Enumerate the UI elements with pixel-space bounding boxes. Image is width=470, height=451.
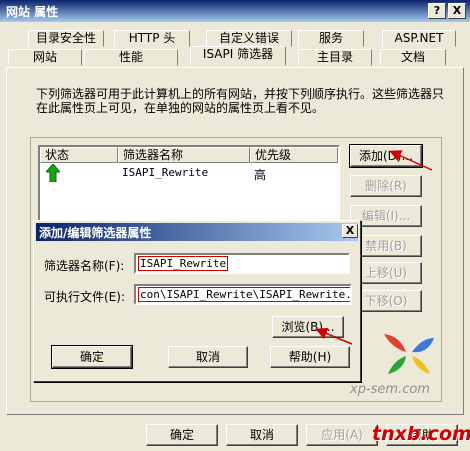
column-header-status[interactable]: 状态 (40, 147, 118, 163)
priority-cell: 高 (254, 168, 267, 182)
close-icon[interactable]: X (448, 3, 466, 19)
dialog-title-bar[interactable]: 添加/编辑筛选器属性 (36, 223, 358, 241)
executable-label: 可执行文件(E): (44, 290, 125, 304)
xp-logo-icon (384, 334, 434, 374)
column-header-filter-name[interactable]: 筛选器名称 (118, 147, 250, 163)
edit-filter-dialog[interactable]: 添加/编辑筛选器属性 X 筛选器名称(F): ISAPI_Rewrite 可执行… (33, 220, 361, 382)
tab-http-headers[interactable]: HTTP 头 (114, 30, 190, 47)
tab-documents[interactable]: 文档 (380, 49, 446, 66)
tab-website[interactable]: 网站 (8, 49, 82, 66)
window-title-bar[interactable]: 网站 属性 ? X (0, 0, 470, 22)
executable-input[interactable]: con\ISAPI_Rewrite\ISAPI_Rewrite.dll (134, 284, 352, 305)
tab-home-directory[interactable]: 主目录 (298, 49, 372, 66)
description-text: 下列筛选器可用于此计算机上的所有网站，并按下列顺序执行。这些筛选器只在此属性页上… (36, 87, 445, 115)
filter-name-value: ISAPI_Rewrite (138, 256, 229, 271)
filter-name-label: 筛选器名称(F): (44, 259, 125, 273)
dialog-title: 添加/编辑筛选器属性 (39, 226, 152, 240)
filter-name-input[interactable]: ISAPI_Rewrite (134, 253, 350, 274)
column-header-priority[interactable]: 优先级 (250, 147, 338, 163)
browse-button[interactable]: 浏览(B)... (272, 316, 344, 338)
tab-custom-errors[interactable]: 自定义错误 (206, 30, 292, 47)
ok-button[interactable]: 确定 (146, 424, 218, 446)
tab-performance[interactable]: 性能 (84, 49, 178, 66)
brand-watermark: tnxb.com (372, 423, 470, 445)
filter-name-cell: ISAPI_Rewrite (122, 166, 209, 179)
add-button[interactable]: 添加(D)... (349, 144, 423, 168)
dialog-close-icon[interactable]: X (342, 224, 358, 238)
executable-value: con\ISAPI_Rewrite\ISAPI_Rewrite.dll (138, 287, 350, 302)
tab-service[interactable]: 服务 (298, 30, 364, 47)
dialog-ok-button[interactable]: 确定 (51, 345, 133, 369)
dialog-help-button[interactable]: 帮助(H) (270, 346, 350, 368)
apply-button[interactable]: 应用(A) (306, 424, 378, 446)
status-up-arrow-icon (46, 164, 60, 182)
site-watermark: xp-sem.com (350, 382, 430, 397)
dialog-cancel-button[interactable]: 取消 (168, 346, 248, 368)
help-icon[interactable]: ? (428, 3, 446, 19)
remove-button[interactable]: 删除(R) (350, 175, 422, 197)
cancel-button[interactable]: 取消 (226, 424, 298, 446)
tab-directory-security[interactable]: 目录安全性 (28, 30, 104, 47)
table-row[interactable]: ISAPI_Rewrite 高 (40, 163, 338, 183)
tab-isapi-filters[interactable]: ISAPI 筛选器 (190, 46, 286, 66)
tab-aspnet[interactable]: ASP.NET (382, 30, 456, 47)
window-title: 网站 属性 (6, 5, 59, 19)
